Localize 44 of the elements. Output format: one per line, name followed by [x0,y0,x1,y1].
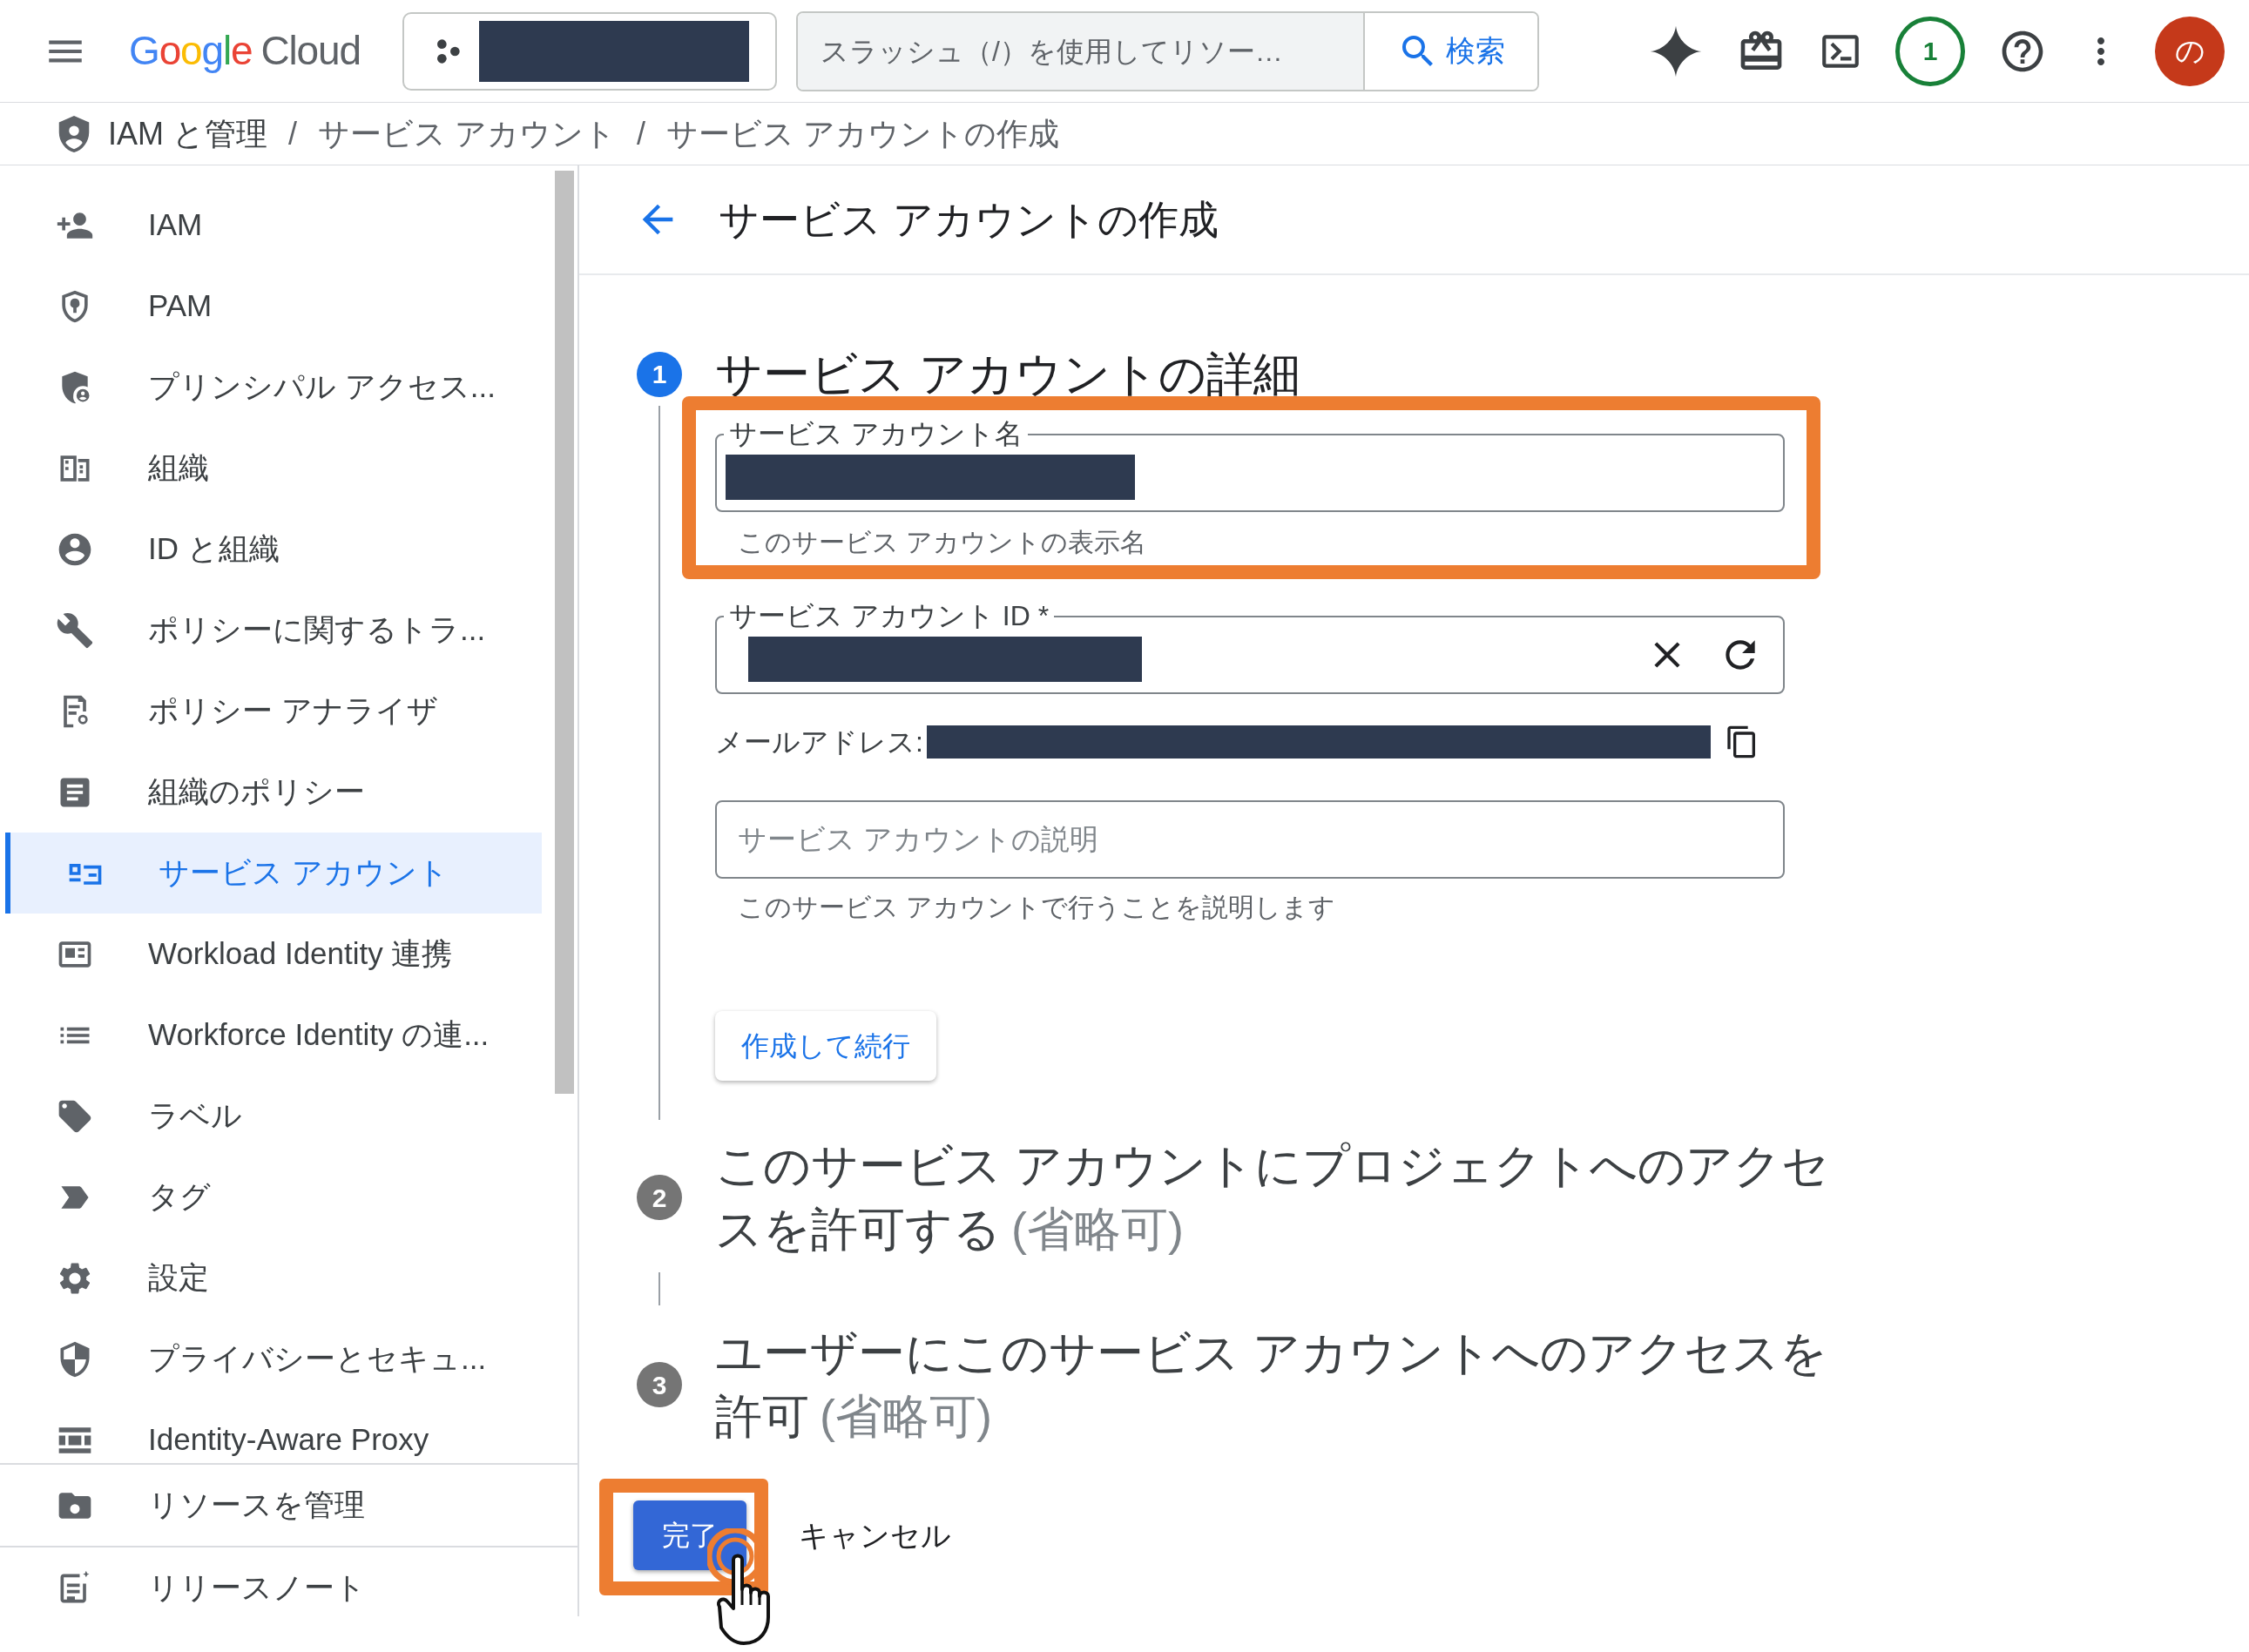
project-picker[interactable] [402,11,777,91]
notification-badge[interactable]: 1 [1895,16,1965,86]
sidebar-item[interactable]: プライバシーとセキュ... [0,1318,542,1399]
sidebar-item[interactable]: Identity-Aware Proxy [0,1399,542,1463]
search-button[interactable]: 検索 [1362,12,1537,90]
sidebar-item[interactable]: 組織のポリシー [0,752,542,833]
description-field[interactable]: サービス アカウントの説明 [715,800,1785,879]
step-number: 3 [637,1362,682,1407]
sidebar-item[interactable]: Workload Identity 連携 [0,914,542,995]
helper-text: このサービス アカウントで行うことを説明します [737,892,1337,923]
email-label: メールアドレス: [715,725,923,759]
cancel-button[interactable]: キャンセル [799,1513,951,1558]
avatar[interactable]: の [2155,16,2225,86]
sidebar-item[interactable]: IAM [0,185,542,266]
create-continue-button[interactable]: 作成して続行 [715,1011,936,1081]
sidebar-item-icon [56,610,94,650]
step-number: 2 [637,1175,682,1220]
scrollbar-thumb[interactable] [555,171,574,1094]
sidebar-item[interactable]: ポリシー アナライザ [0,671,542,752]
step-title: サービス アカウントの詳細 [715,347,1301,401]
breadcrumb-link[interactable]: サービス アカウント [318,110,617,158]
breadcrumb-link[interactable]: IAM と管理 [108,110,267,158]
step-number: 1 [637,351,682,397]
sidebar-item[interactable]: Workforce Identity の連... [0,995,542,1075]
step-title[interactable]: ユーザーにこのサービス アカウントへのアクセスを許可 (省略可) [715,1321,1847,1448]
sidebar-item[interactable]: 設定 [0,1237,542,1318]
sidebar-item[interactable]: プリンシパル アクセス... [0,347,542,428]
search-field[interactable]: スラッシュ（/）を使用してリソー… 検索 [795,10,1539,91]
sidebar-item[interactable]: リソースを管理 [0,1465,542,1546]
sidebar-item[interactable]: ポリシーに関するトラ... [0,590,542,671]
breadcrumb-separator: / [637,114,646,153]
breadcrumb-separator: / [288,114,298,153]
sidebar-item[interactable]: タグ [0,1156,542,1237]
sidebar-item[interactable]: リリースノート [0,1547,542,1628]
sidebar-item[interactable]: サービス アカウント [5,833,542,914]
google-cloud-logo[interactable]: Google Cloud [129,21,361,81]
helper-text: このサービス アカウントの表示名 [737,527,1148,558]
sidebar-item[interactable]: ラベル [0,1075,542,1156]
page-title: サービス アカウントの作成 [719,195,1219,244]
breadcrumb-link[interactable]: サービス アカウントの作成 [666,110,1060,158]
sidebar-item[interactable]: PAM [0,266,542,347]
step-title[interactable]: このサービス アカウントにプロジェクトへのアクセスを許可する (省略可) [715,1134,1847,1261]
sidebar-item[interactable]: ID と組織 [0,509,542,590]
sidebar-item[interactable]: 組織 [0,428,542,509]
